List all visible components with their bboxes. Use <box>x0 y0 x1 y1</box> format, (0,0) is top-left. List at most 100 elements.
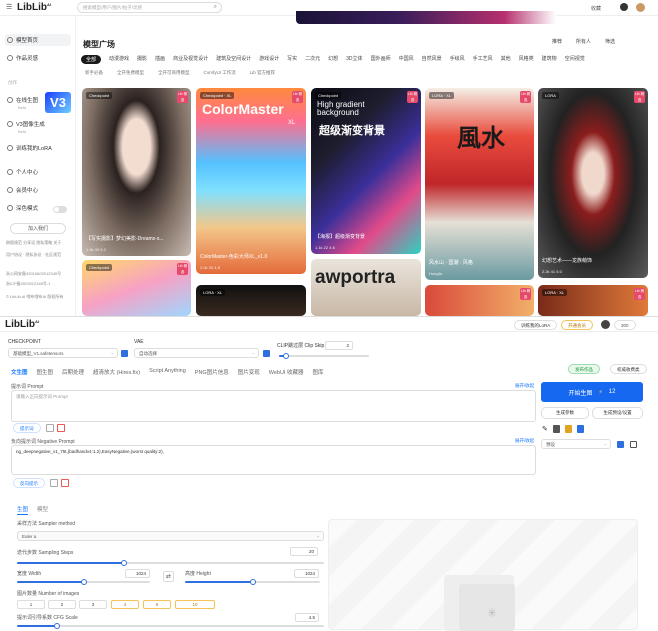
tab-9[interactable]: 幻想 <box>328 55 338 64</box>
footer-links[interactable]: 用户协议 · 隐私协议 · 社区规范 <box>6 252 74 258</box>
trash-icon[interactable] <box>57 424 65 432</box>
model-card[interactable]: Lib 精选 <box>425 285 534 316</box>
function-tab[interactable]: WebUI 收藏器 <box>269 368 304 376</box>
preset-settings-button[interactable]: 生成预设/设置 <box>592 407 643 419</box>
tab-7[interactable]: 写实 <box>287 55 297 64</box>
brush-icon[interactable]: ✎ <box>542 425 548 433</box>
count-option[interactable]: 3 <box>79 600 107 609</box>
favorites-link[interactable]: 收藏 <box>591 5 601 12</box>
slider-knob[interactable] <box>249 579 256 585</box>
slider-knob[interactable] <box>54 623 60 629</box>
tab-14[interactable]: 手绘风 <box>450 55 465 64</box>
width-input[interactable]: 1024 <box>125 569 150 578</box>
clip-skip-input[interactable]: 2 <box>325 341 353 350</box>
slider-knob[interactable] <box>121 560 128 566</box>
delete-preset-icon[interactable] <box>630 441 637 448</box>
tab-8[interactable]: 二次元 <box>305 55 320 64</box>
sidebar-item-profile[interactable]: 个人中心 <box>5 166 38 178</box>
logo[interactable]: LibLibAI <box>17 2 51 13</box>
slider-knob[interactable] <box>283 353 289 359</box>
model-card[interactable]: Checkpoint Lib 精选 <box>82 260 191 316</box>
tab-6[interactable]: 游戏设计 <box>259 55 279 64</box>
tab-11[interactable]: 国外画师 <box>371 55 391 64</box>
swap-icon[interactable]: ⇄ <box>163 571 174 582</box>
sidebar-item-train-lora[interactable]: 训练我的LoRA <box>5 142 52 154</box>
count-option[interactable]: 2 <box>48 600 76 609</box>
steps-slider[interactable] <box>17 560 324 566</box>
model-card[interactable]: LORA · XL Lib 精选 風水 风水山 · 国潮 · 风格 Hongfa <box>425 88 534 280</box>
tab-5[interactable]: 建筑及空间设计 <box>216 55 251 64</box>
tab-12[interactable]: 中国风 <box>399 55 414 64</box>
trash-icon[interactable] <box>61 479 69 487</box>
model-card[interactable]: LORA · XL <box>196 285 306 316</box>
train-lora-button[interactable]: 训练我的LoRA <box>514 320 558 330</box>
copy-icon[interactable] <box>46 424 54 432</box>
sidebar-item-inspiration[interactable]: 作品灵感 <box>5 52 38 64</box>
tab-4[interactable]: 商业及视觉设计 <box>173 55 208 64</box>
trash-icon[interactable] <box>553 425 560 433</box>
tab-3[interactable]: 插画 <box>155 55 165 64</box>
dark-mode-toggle[interactable] <box>53 206 67 213</box>
function-tab[interactable]: 图片变现 <box>238 368 260 376</box>
promo-banner[interactable] <box>296 11 556 24</box>
model-card[interactable]: LORA · XL Lib 精选 <box>538 285 648 316</box>
vae-select[interactable]: 自动选择 ⌄ <box>134 348 259 358</box>
clip-skip-slider[interactable] <box>279 353 369 359</box>
refresh-icon[interactable] <box>121 350 128 357</box>
save-icon[interactable] <box>577 425 584 433</box>
join-us-button[interactable]: 加入我们 <box>10 223 66 234</box>
model-card[interactable]: LORA Lib 精选 幻想艺术——龙族萌饰 2.2k 41 5.0 <box>538 88 648 278</box>
function-tab[interactable]: 图库 <box>312 368 323 376</box>
preset-select[interactable]: 预设 ⌄ <box>541 439 611 449</box>
negative-prompt-textarea[interactable]: ng_deepnegative_v1_75t,(badhandv4:1.2),E… <box>11 445 536 475</box>
function-tab[interactable]: Script Anything <box>149 368 186 376</box>
checkpoint-select[interactable]: 基础模型_V1.safetensors ⌄ <box>8 348 118 358</box>
model-card[interactable]: Checkpoint Lib 精选 【写实摄影】梦幻美影-Dreams-s...… <box>82 88 191 256</box>
tab-13[interactable]: 自然风景 <box>422 55 442 64</box>
tab-generate[interactable]: 生图 <box>17 505 29 515</box>
tab-2[interactable]: 摄影 <box>137 55 147 64</box>
tab-17[interactable]: 风格类 <box>519 55 534 64</box>
prompt-textarea[interactable]: 请输入正向提示词 Prompt <box>11 390 536 422</box>
filter-chip[interactable]: 全开可商用模型 <box>158 70 190 76</box>
sidebar-item-home[interactable]: 模型首页 <box>5 34 71 46</box>
height-input[interactable]: 1024 <box>294 569 319 578</box>
generate-button[interactable]: 开始生图 ⚡ 12 <box>541 382 643 402</box>
menu-icon[interactable]: ☰ <box>6 3 12 11</box>
filter-chip[interactable]: 新手必备 <box>85 70 103 76</box>
avatar[interactable] <box>636 3 645 12</box>
tab-10[interactable]: 3D立体 <box>346 55 362 64</box>
tab-15[interactable]: 手工艺风 <box>473 55 493 64</box>
publish-button[interactable]: 发布作品 <box>568 364 600 374</box>
model-card[interactable]: awportra <box>311 259 421 316</box>
search-input[interactable]: 搜索模型/用户/图片/帖子/灵感 ⌕ <box>77 2 222 13</box>
negative-expand-link[interactable]: 展开/收起 <box>515 438 534 444</box>
negative-assist-button[interactable]: 反向提示 <box>13 478 45 488</box>
copy-icon[interactable] <box>50 479 58 487</box>
cfg-input[interactable]: 4.5 <box>295 613 319 622</box>
apply-preset-icon[interactable] <box>617 441 624 448</box>
count-option-premium[interactable]: 6 <box>143 600 171 609</box>
v3-badge[interactable]: V3 <box>45 92 71 113</box>
tab-0[interactable]: 全部 <box>81 55 102 64</box>
folder-icon[interactable] <box>565 425 572 433</box>
model-card[interactable]: Checkpoint · XL Lib 精选 ColorMaster XL Co… <box>196 88 306 274</box>
height-slider[interactable] <box>185 579 320 585</box>
count-option-premium[interactable]: 4 <box>111 600 139 609</box>
cfg-slider[interactable] <box>17 623 324 629</box>
count-option-premium[interactable]: 10 <box>175 600 215 609</box>
params-button[interactable]: 生成参数 <box>541 407 589 419</box>
notification-icon[interactable] <box>620 3 628 11</box>
rights-button[interactable]: 权威收费类 <box>610 364 647 374</box>
filter-chip[interactable]: ComfyUI 工作流 <box>204 70 236 76</box>
filter-chip[interactable]: Lib 官方推荐 <box>250 70 275 76</box>
avatar[interactable] <box>601 320 610 329</box>
audience-dropdown[interactable]: 所有人 <box>576 38 591 45</box>
function-tab[interactable]: 后期处理 <box>62 368 84 376</box>
steps-input[interactable]: 20 <box>290 547 318 556</box>
points-badge[interactable]: 300 <box>614 320 636 330</box>
model-card[interactable]: Checkpoint Lib 精选 High gradient backgrou… <box>311 88 421 254</box>
sampler-select[interactable]: Euler a ⌄ <box>17 531 324 541</box>
logo[interactable]: LibLibAI <box>5 319 39 330</box>
count-option[interactable]: 1 <box>17 600 45 609</box>
